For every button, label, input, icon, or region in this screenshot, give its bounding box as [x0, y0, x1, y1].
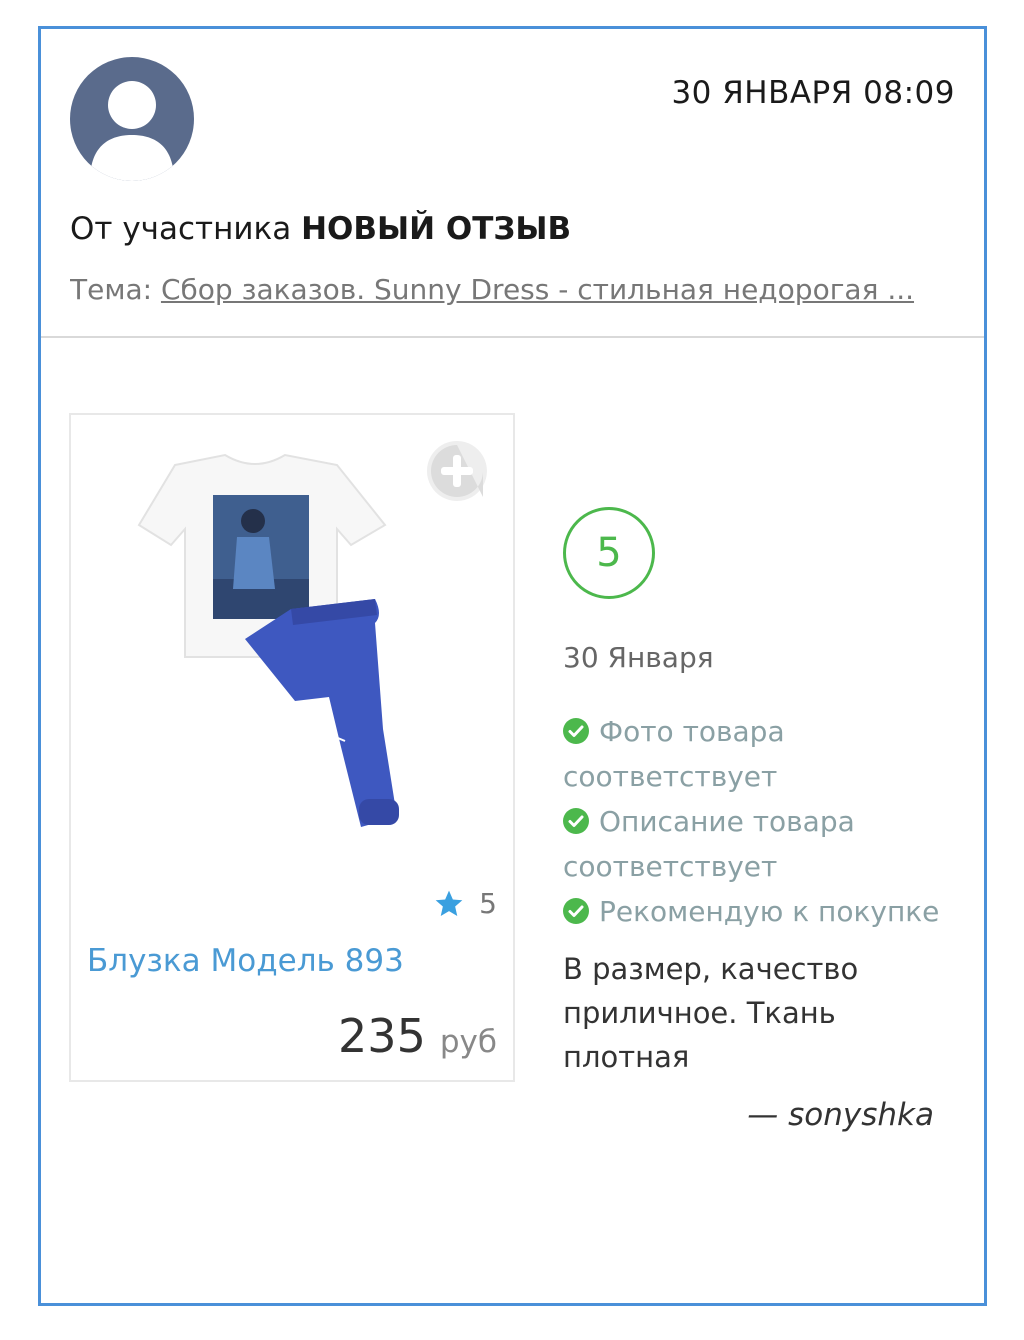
check-label: Рекомендую к покупке — [599, 895, 940, 928]
product-rating: 5 — [433, 887, 497, 920]
divider — [41, 336, 984, 338]
product-card[interactable]: 5 Блузка Модель 893 235 руб — [69, 413, 515, 1082]
check-item-recommend: Рекомендую к покупке — [563, 889, 963, 934]
review-score-badge: 5 — [563, 507, 655, 599]
review-text: В размер, качество приличное. Ткань плот… — [563, 952, 859, 1074]
check-circle-icon — [563, 718, 589, 744]
from-prefix: От участника — [70, 211, 292, 247]
review-date: 30 Января — [563, 641, 714, 674]
check-circle-icon — [563, 898, 589, 924]
star-icon — [435, 890, 463, 916]
from-line: От участника НОВЫЙ ОТЗЫВ — [70, 211, 571, 247]
product-rating-value: 5 — [479, 887, 497, 920]
topic-label: Тема: — [70, 273, 153, 306]
review-card: 30 ЯНВАРЯ 08:09 От участника НОВЫЙ ОТЗЫВ… — [38, 26, 987, 1306]
topic-line: Тема: Сбор заказов. Sunny Dress - стильн… — [70, 273, 950, 306]
price-value: 235 — [338, 1009, 426, 1063]
user-silhouette-icon — [90, 81, 174, 181]
check-circle-icon — [563, 808, 589, 834]
post-datetime: 30 ЯНВАРЯ 08:09 — [671, 75, 955, 111]
review-checks: Фото товара соответствует Описание товар… — [563, 709, 963, 934]
price-row: 235 руб — [338, 1009, 497, 1063]
avatar[interactable] — [70, 57, 194, 181]
check-item-photo: Фото товара соответствует — [563, 709, 963, 799]
check-label: Фото товара соответствует — [563, 715, 785, 793]
check-item-description: Описание товара соответствует — [563, 799, 963, 889]
check-label: Описание товара соответствует — [563, 805, 855, 883]
review-author: — sonyshka — [747, 1097, 934, 1133]
from-name[interactable]: НОВЫЙ ОТЗЫВ — [301, 211, 571, 247]
topic-link[interactable]: Сбор заказов. Sunny Dress - стильная нед… — [161, 273, 914, 306]
plus-icon[interactable] — [425, 439, 489, 503]
price-currency: руб — [439, 1024, 497, 1060]
product-name-link[interactable]: Блузка Модель 893 — [87, 943, 404, 979]
